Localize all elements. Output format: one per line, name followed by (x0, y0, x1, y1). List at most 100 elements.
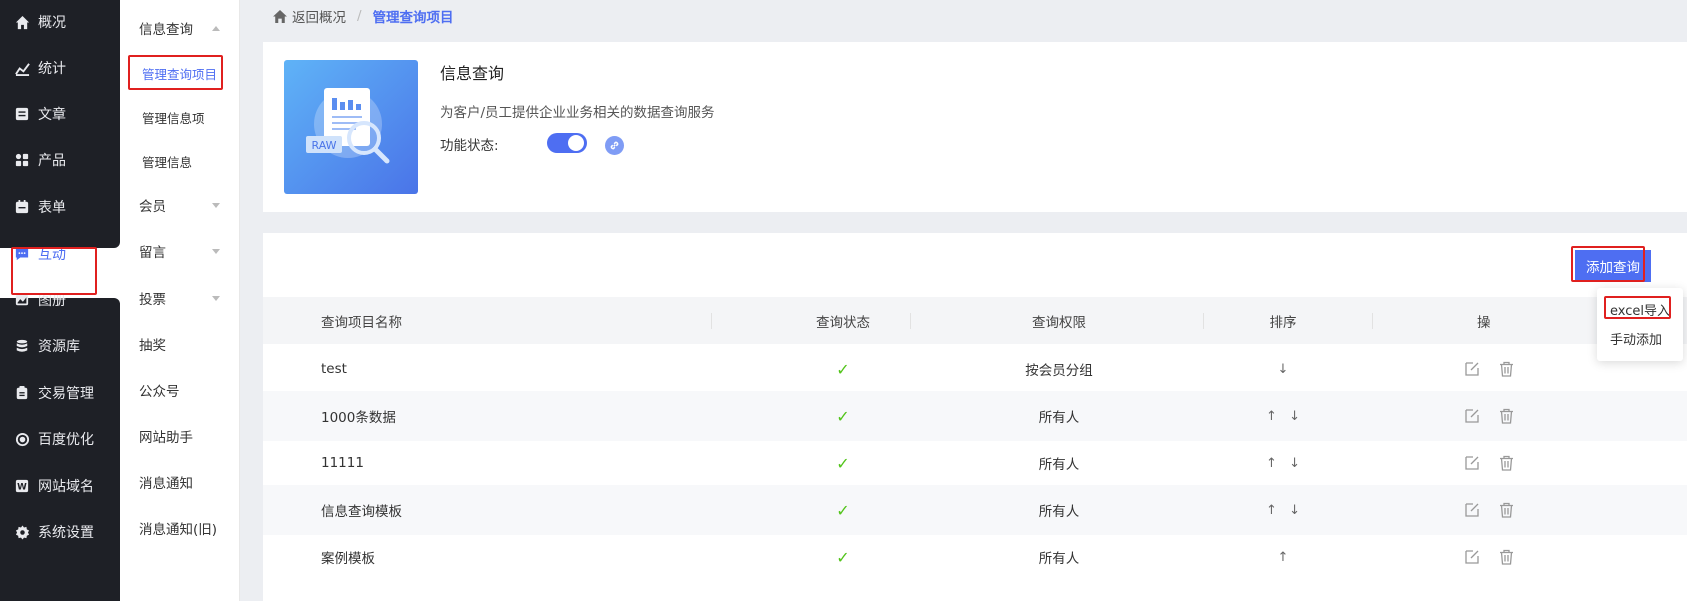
sub-item-wechat[interactable]: 公众号 (120, 372, 240, 408)
highlight-box-excel-import (1604, 296, 1671, 319)
sub-item-notice-old[interactable]: 消息通知(旧) (120, 510, 240, 546)
delete-icon[interactable] (1497, 548, 1515, 566)
sub-item-site-helper[interactable]: 网站助手 (120, 418, 240, 454)
delete-icon[interactable] (1497, 407, 1515, 425)
edit-icon[interactable] (1463, 454, 1481, 472)
form-icon (14, 199, 30, 215)
arrow-down-icon[interactable]: ↓ (1289, 456, 1300, 471)
table-row: test ✓ 按会员分组 ↓ (263, 344, 1687, 394)
row-order: ↑ ↓ (1243, 455, 1323, 471)
table-row: 11111 ✓ 所有人 ↑ ↓ (263, 438, 1687, 488)
column-divider (711, 313, 712, 329)
nav-label: 网站域名 (38, 479, 94, 495)
breadcrumb-separator: / (357, 8, 362, 24)
status-check-icon: ✓ (836, 359, 850, 379)
nav-item-overview[interactable]: 概况 (0, 2, 120, 42)
arrow-down-icon[interactable]: ↓ (1289, 409, 1300, 424)
status-label: 功能状态: (440, 138, 499, 154)
edit-icon[interactable] (1463, 360, 1481, 378)
column-divider (1372, 313, 1373, 329)
delete-icon[interactable] (1497, 454, 1515, 472)
nav-item-seo[interactable]: 百度优化 (0, 419, 120, 459)
column-header-permission: 查询权限 (1032, 314, 1086, 331)
breadcrumb-back-link[interactable]: 返回概况 (292, 6, 346, 26)
caret-down-icon (212, 249, 220, 254)
sub-item-notice[interactable]: 消息通知 (120, 464, 240, 500)
sub-label: 消息通知 (139, 476, 193, 492)
nav-item-settings[interactable]: 系统设置 (0, 512, 120, 552)
sub-item-message[interactable]: 留言 (120, 233, 240, 269)
status-check-icon: ✓ (836, 406, 850, 426)
row-ops (1463, 548, 1515, 566)
stats-icon (14, 60, 30, 76)
seo-icon (14, 431, 30, 447)
dropdown-item-manual-add[interactable]: 手动添加 (1597, 324, 1683, 352)
sub-label: 管理信息 (142, 154, 193, 170)
row-name: 案例模板 (321, 551, 375, 567)
column-header-name: 查询项目名称 (321, 314, 402, 331)
database-icon (14, 338, 30, 354)
nav-item-product[interactable]: 产品 (0, 140, 120, 180)
app-description: 为客户/员工提供企业业务相关的数据查询服务 (440, 105, 715, 121)
delete-icon[interactable] (1497, 501, 1515, 519)
svg-text:W: W (17, 483, 27, 493)
nav-label: 资源库 (38, 339, 80, 355)
sub-label: 管理信息项 (142, 110, 205, 126)
caret-up-icon (212, 26, 220, 31)
nav-label: 交易管理 (38, 386, 94, 402)
row-ops (1463, 501, 1515, 519)
arrow-up-icon[interactable]: ↑ (1266, 409, 1277, 424)
arrow-up-icon[interactable]: ↑ (1266, 456, 1277, 471)
nav-item-form[interactable]: 表单 (0, 187, 120, 227)
arrow-up-icon[interactable]: ↑ (1278, 550, 1289, 565)
row-order: ↑ ↓ (1243, 408, 1323, 424)
product-icon (14, 152, 30, 168)
row-ops (1463, 407, 1515, 425)
primary-sidebar: 概况 统计 文章 产品 表单 互动 图册 资源库 交易管理 百度优化 W 网站域… (0, 0, 120, 601)
status-check-icon: ✓ (836, 547, 850, 567)
delete-icon[interactable] (1497, 360, 1515, 378)
nav-label: 文章 (38, 107, 66, 123)
column-divider (910, 313, 911, 329)
link-icon[interactable] (605, 136, 624, 155)
table-row: 案例模板 ✓ 所有人 ↑ (263, 532, 1687, 582)
nav-label: 系统设置 (38, 525, 94, 541)
arrow-down-icon[interactable]: ↓ (1289, 503, 1300, 518)
domain-icon: W (14, 478, 30, 494)
highlight-box-interaction (11, 247, 97, 295)
nav-item-stats[interactable]: 统计 (0, 48, 120, 88)
highlight-box-manage-query (128, 55, 223, 90)
sub-label: 抽奖 (139, 338, 166, 354)
sub-item-manage-info[interactable]: 管理信息 (120, 143, 240, 179)
status-toggle[interactable] (547, 133, 587, 153)
thumb-badge: RAW (312, 139, 337, 152)
secondary-sidebar: 信息查询 管理查询项目 管理信息项 管理信息 会员 留言 投票 抽奖 公众号 网… (120, 0, 240, 601)
sub-label: 信息查询 (139, 22, 193, 38)
sub-item-vote[interactable]: 投票 (120, 280, 240, 316)
sub-item-lottery[interactable]: 抽奖 (120, 326, 240, 362)
sub-item-member[interactable]: 会员 (120, 187, 240, 223)
arrow-up-icon[interactable]: ↑ (1266, 503, 1277, 518)
home-icon[interactable] (273, 9, 287, 23)
edit-icon[interactable] (1463, 407, 1481, 425)
status-check-icon: ✓ (836, 453, 850, 473)
edit-icon[interactable] (1463, 501, 1481, 519)
nav-label: 产品 (38, 153, 66, 169)
arrow-down-icon[interactable]: ↓ (1278, 362, 1289, 377)
nav-item-domain[interactable]: W 网站域名 (0, 466, 120, 506)
article-icon (14, 106, 30, 122)
column-header-order: 排序 (1269, 314, 1297, 331)
edit-icon[interactable] (1463, 548, 1481, 566)
sub-item-manage-fields[interactable]: 管理信息项 (120, 99, 240, 135)
nav-item-article[interactable]: 文章 (0, 94, 120, 134)
nav-item-resources[interactable]: 资源库 (0, 326, 120, 366)
toggle-knob (568, 135, 584, 151)
gear-icon (14, 524, 30, 540)
row-order: ↑ ↓ (1243, 502, 1323, 518)
main-content: 返回概况 / 管理查询项目 RAW 信息查询 为客户/员工提供企业业务相关的数据… (240, 0, 1687, 601)
caret-down-icon (212, 203, 220, 208)
query-list-card: 添加查询 excel导入 手动添加 查询项目名称 查询状态 查询权限 排序 操 … (263, 233, 1687, 601)
row-permission: 所有人 (1038, 410, 1080, 426)
sub-item-info-query[interactable]: 信息查询 (120, 10, 240, 46)
nav-item-trade[interactable]: 交易管理 (0, 373, 120, 413)
